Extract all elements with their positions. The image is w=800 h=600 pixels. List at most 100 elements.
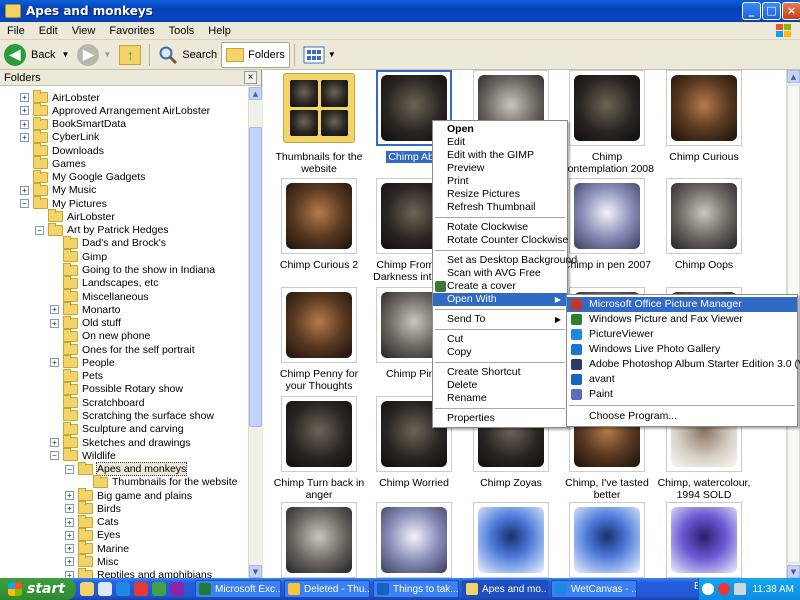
open-with-item[interactable]: Choose Program...	[567, 409, 797, 424]
views-button[interactable]: ▼	[299, 42, 340, 68]
tree-item[interactable]: Dad's and Brock's	[50, 235, 166, 250]
tree-item[interactable]: + Marine	[65, 541, 129, 555]
menu-item-send-to[interactable]: Send To ▶	[433, 313, 567, 326]
tree-item[interactable]: Landscapes, etc	[50, 275, 158, 290]
tree-item[interactable]: + Reptiles and amphibians	[65, 567, 212, 578]
open-with-item[interactable]: Microsoft Office Picture Manager	[567, 297, 797, 312]
expand-icon[interactable]: +	[65, 544, 74, 554]
forward-button[interactable]: ▶ ▼	[73, 42, 115, 68]
tree-item[interactable]: − Wildlife	[50, 448, 116, 462]
open-with-item[interactable]: Windows Picture and Fax Viewer	[567, 312, 797, 327]
maximize-button[interactable]: □	[762, 2, 781, 20]
tree-item[interactable]: + Big game and plains	[65, 488, 192, 502]
tree-item[interactable]: + My Music	[20, 182, 96, 197]
chevron-down-icon[interactable]: ▼	[61, 50, 69, 59]
expand-icon[interactable]: +	[20, 93, 29, 102]
menu-item-open-with[interactable]: Open With ▶	[433, 293, 567, 306]
scroll-down-icon[interactable]: ▼	[249, 565, 262, 578]
menu-item-refresh-thumbnail[interactable]: Refresh Thumbnail	[433, 201, 567, 214]
open-with-item[interactable]: PictureViewer	[567, 327, 797, 342]
scroll-down-icon[interactable]: ▼	[787, 565, 800, 578]
tree-item[interactable]: + Monarto	[50, 302, 121, 316]
quick-launch-media-icon[interactable]	[98, 582, 112, 596]
menu-item-set-as-desktop-background[interactable]: Set as Desktop Background	[433, 254, 577, 267]
open-with-item[interactable]: avant	[567, 372, 797, 387]
menu-help[interactable]: Help	[201, 25, 238, 37]
menu-favorites[interactable]: Favorites	[102, 25, 161, 37]
menu-item-preview[interactable]: Preview	[433, 162, 567, 175]
folders-button[interactable]: Folders	[221, 41, 290, 68]
expand-icon[interactable]: +	[65, 570, 74, 578]
tree-item[interactable]: + Old stuff	[50, 315, 121, 330]
tray-volume-icon[interactable]	[734, 583, 747, 595]
expand-icon[interactable]: +	[65, 491, 74, 501]
menu-item-resize-pictures[interactable]: Resize Pictures	[433, 188, 567, 201]
minimize-button[interactable]: _	[742, 2, 761, 20]
folder-tree-scrollbar[interactable]: ▲ ▼	[248, 87, 262, 578]
tree-item[interactable]: Going to the show in Indiana	[50, 262, 215, 277]
tree-item[interactable]: − Apes and monkeys	[65, 461, 188, 477]
chevron-down-icon[interactable]: ▼	[328, 50, 336, 59]
tree-item[interactable]: Downloads	[20, 143, 104, 157]
tree-item[interactable]: Pets	[50, 368, 103, 383]
file-tile[interactable]	[271, 502, 367, 578]
tree-item[interactable]: + Approved Arrangement AirLobster	[20, 103, 210, 117]
menu-item-cut[interactable]: Cut	[433, 333, 567, 346]
taskbar-button[interactable]: Things to tak...	[373, 580, 459, 598]
tray-help-icon[interactable]	[702, 583, 715, 595]
menu-edit[interactable]: Edit	[32, 25, 65, 37]
tree-item[interactable]: Thumbnails for the website	[80, 474, 237, 489]
expand-icon[interactable]: +	[50, 305, 59, 315]
tree-item[interactable]: On new phone	[50, 328, 150, 343]
collapse-icon[interactable]: −	[65, 464, 74, 474]
search-button[interactable]: Search	[154, 42, 221, 68]
menu-item-delete[interactable]: Delete	[433, 379, 567, 392]
collapse-icon[interactable]: −	[50, 451, 59, 461]
tree-item[interactable]: Scratching the surface show	[50, 408, 214, 422]
expand-icon[interactable]: +	[65, 530, 74, 540]
file-tile[interactable]: Chimp Penny for your Thoughts	[271, 287, 367, 392]
tree-item[interactable]: + AirLobster	[20, 90, 100, 104]
tree-item[interactable]: − My Pictures	[20, 196, 107, 210]
close-icon[interactable]: ×	[244, 71, 257, 84]
tree-item[interactable]: Ones for the self portrait	[50, 342, 195, 356]
menu-item-properties[interactable]: Properties	[433, 412, 567, 425]
file-tile[interactable]	[463, 502, 559, 578]
back-button[interactable]: ◀ Back ▼	[0, 42, 73, 68]
tree-item[interactable]: Gimp	[50, 249, 107, 263]
quick-launch-ie-icon[interactable]	[116, 582, 130, 596]
file-tile[interactable]	[559, 502, 655, 578]
tree-item[interactable]: + Eyes	[65, 527, 120, 542]
open-with-item[interactable]: Paint	[567, 387, 797, 402]
expand-icon[interactable]: +	[20, 119, 29, 129]
menu-item-open[interactable]: Open	[433, 123, 567, 136]
tree-item[interactable]: Scratchboard	[50, 395, 144, 409]
file-tile[interactable]: Chimp Turn back in anger	[271, 396, 367, 501]
open-with-item[interactable]: Windows Live Photo Gallery	[567, 342, 797, 357]
menu-item-edit[interactable]: Edit	[433, 136, 567, 149]
tree-item[interactable]: My Google Gadgets	[20, 169, 145, 184]
scroll-up-icon[interactable]: ▲	[249, 87, 262, 100]
tree-item[interactable]: Games	[20, 156, 86, 170]
expand-icon[interactable]: +	[50, 358, 59, 368]
clock[interactable]: 11:38 AM	[752, 584, 794, 595]
expand-icon[interactable]: +	[20, 132, 29, 142]
start-button[interactable]: start	[0, 578, 76, 600]
file-tile[interactable]: Chimp Oops	[656, 178, 752, 271]
file-tile[interactable]	[366, 502, 462, 578]
collapse-icon[interactable]: −	[35, 225, 44, 235]
tree-item[interactable]: AirLobster	[35, 209, 115, 223]
close-button[interactable]: ×	[782, 2, 800, 20]
tree-item[interactable]: + Birds	[65, 501, 121, 515]
tree-item[interactable]: + People	[50, 355, 115, 369]
expand-icon[interactable]: +	[50, 318, 59, 328]
quick-launch-app-icon[interactable]	[152, 582, 166, 596]
taskbar-button[interactable]: Microsoft Exc...	[195, 580, 281, 598]
menu-view[interactable]: View	[65, 25, 103, 37]
file-tile[interactable]: Chimp Contemplation 2008	[559, 70, 655, 175]
open-with-item[interactable]: Adobe Photoshop Album Starter Edition 3.…	[567, 357, 800, 372]
tree-item[interactable]: + CyberLink	[20, 129, 99, 144]
taskbar-button[interactable]: Deleted - Thu...	[284, 580, 370, 598]
file-tile[interactable]: Chimp Curious	[656, 70, 752, 163]
tree-item[interactable]: + Misc	[65, 554, 119, 568]
